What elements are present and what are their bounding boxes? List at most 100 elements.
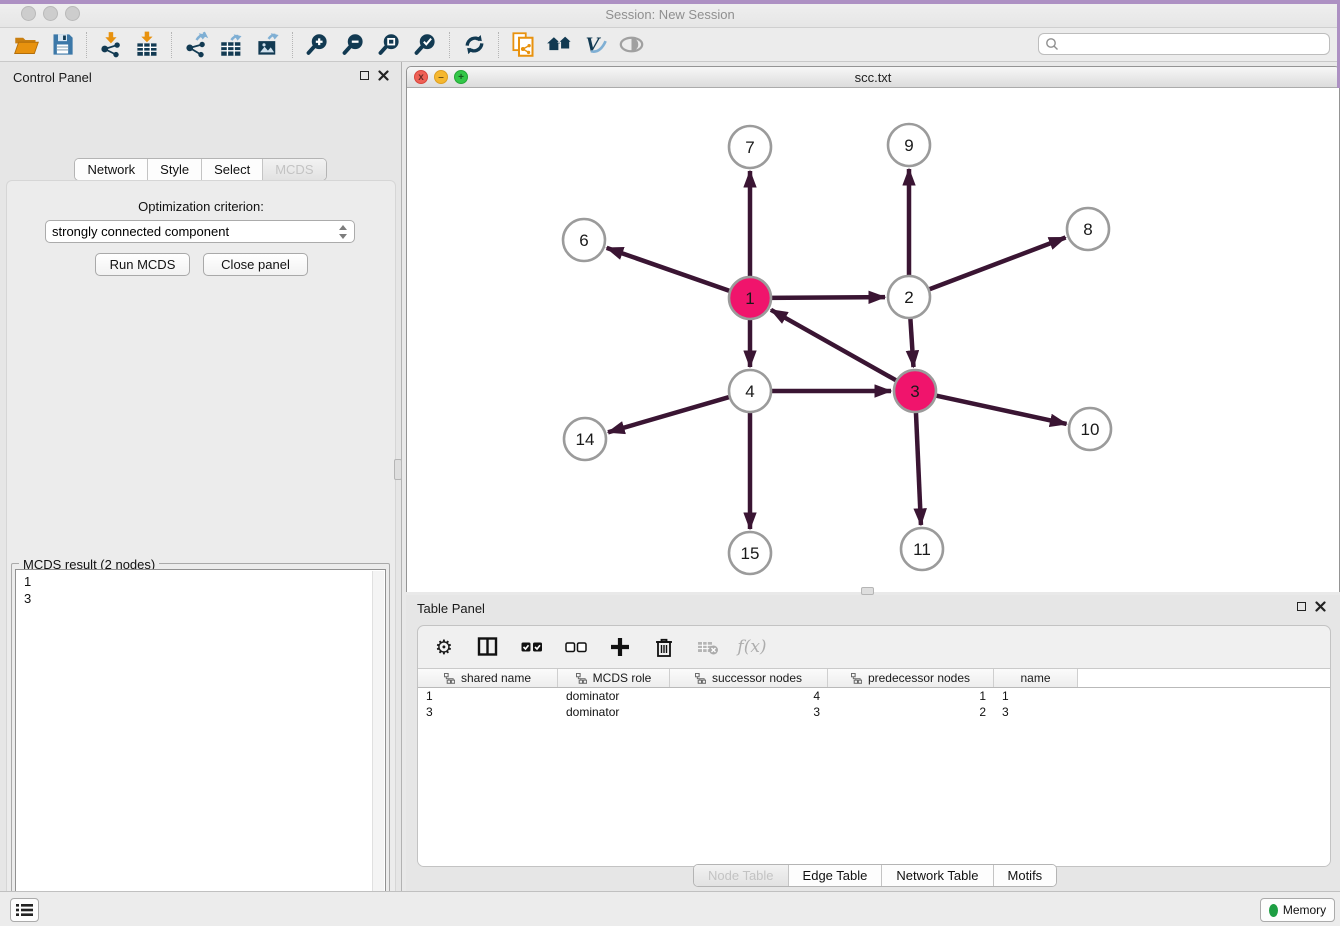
memory-status-icon	[1269, 904, 1278, 917]
column-header-MCDS-role[interactable]: MCDS role	[558, 669, 670, 687]
clone-network-icon[interactable]	[505, 30, 541, 60]
function-builder-icon[interactable]: f(x)	[740, 635, 764, 659]
table-cell[interactable]: 3	[418, 704, 558, 720]
table-cell[interactable]: 1	[418, 688, 558, 704]
run-mcds-button[interactable]: Run MCDS	[95, 253, 190, 276]
table-float-panel-icon[interactable]	[1297, 602, 1306, 611]
column-edit-icon	[695, 673, 706, 684]
graph-node-3[interactable]: 3	[894, 370, 936, 412]
graph-node-7[interactable]: 7	[729, 126, 771, 168]
table-panel-tabs: Node TableEdge TableNetwork TableMotifs	[693, 864, 1057, 887]
zoom-in-icon[interactable]	[299, 30, 335, 60]
show-column-icon[interactable]	[476, 635, 500, 659]
add-column-icon[interactable]	[608, 635, 632, 659]
tab-mcds[interactable]: MCDS	[263, 159, 325, 180]
table-cell[interactable]: 3	[994, 704, 1078, 720]
table-close-panel-icon[interactable]	[1315, 601, 1326, 612]
table-cell[interactable]: 4	[670, 688, 828, 704]
column-header-shared-name[interactable]: shared name	[418, 669, 558, 687]
search-box[interactable]	[1038, 33, 1330, 55]
show-hide-icon[interactable]	[613, 30, 649, 60]
svg-text:3: 3	[910, 382, 919, 401]
task-history-button[interactable]	[10, 898, 39, 922]
table-tab-network-table[interactable]: Network Table	[882, 865, 993, 886]
export-network-icon[interactable]	[178, 30, 214, 60]
open-session-icon[interactable]	[8, 30, 44, 60]
table-cell[interactable]: 2	[828, 704, 994, 720]
mcds-result-textarea[interactable]: 13	[15, 569, 386, 926]
column-header-label: MCDS role	[593, 671, 652, 685]
column-header-successor-nodes[interactable]: successor nodes	[670, 669, 828, 687]
graph-node-15[interactable]: 15	[729, 532, 771, 574]
search-input[interactable]	[1059, 37, 1323, 51]
delete-table-icon[interactable]	[696, 635, 720, 659]
table-cell[interactable]: 1	[828, 688, 994, 704]
memory-label: Memory	[1283, 903, 1326, 917]
export-table-icon[interactable]	[214, 30, 250, 60]
graph-edge-4-14[interactable]	[608, 396, 732, 432]
delete-column-icon[interactable]	[652, 635, 676, 659]
graph-node-14[interactable]: 14	[564, 418, 606, 460]
criterion-dropdown[interactable]: strongly connected component	[45, 220, 355, 243]
zoom-fit-icon[interactable]	[371, 30, 407, 60]
table-cell[interactable]: 3	[670, 704, 828, 720]
column-header-label: successor nodes	[712, 671, 802, 685]
select-all-columns-icon[interactable]	[520, 635, 544, 659]
window-frame-accent	[0, 0, 1340, 4]
graph-edge-3-10[interactable]	[934, 395, 1067, 424]
apply-style-icon[interactable]: V	[577, 30, 613, 60]
search-icon	[1045, 37, 1059, 51]
zoom-out-icon[interactable]	[335, 30, 371, 60]
save-session-icon[interactable]	[44, 30, 80, 60]
status-bar: Memory	[0, 891, 1340, 926]
table-cell[interactable]: dominator	[558, 704, 670, 720]
float-panel-icon[interactable]	[360, 71, 369, 80]
tab-style[interactable]: Style	[148, 159, 202, 180]
node-table[interactable]: shared name MCDS role successor nodes prede…	[418, 668, 1330, 866]
close-panel-button[interactable]: Close panel	[203, 253, 308, 276]
graph-node-8[interactable]: 8	[1067, 208, 1109, 250]
graph-edge-2-8[interactable]	[927, 238, 1066, 291]
tab-network[interactable]: Network	[75, 159, 148, 180]
memory-button[interactable]: Memory	[1260, 898, 1335, 922]
graph-edge-3-11[interactable]	[916, 410, 921, 525]
first-neighbors-icon[interactable]	[541, 30, 577, 60]
export-image-icon[interactable]	[250, 30, 286, 60]
graph-node-10[interactable]: 10	[1069, 408, 1111, 450]
zoom-selected-icon[interactable]	[407, 30, 443, 60]
table-cell[interactable]: 1	[994, 688, 1078, 704]
network-canvas[interactable]: 1 2 3 4 6 7 8 9 10 11 14 15	[407, 89, 1339, 592]
toolbar-separator	[449, 32, 450, 58]
horizontal-splitter-handle[interactable]	[861, 587, 874, 595]
refresh-layout-icon[interactable]	[456, 30, 492, 60]
graph-node-6[interactable]: 6	[563, 219, 605, 261]
table-tab-edge-table[interactable]: Edge Table	[789, 865, 883, 886]
table-cell[interactable]: dominator	[558, 688, 670, 704]
graph-node-2[interactable]: 2	[888, 276, 930, 318]
column-header-name[interactable]: name	[994, 669, 1078, 687]
table-tab-node-table[interactable]: Node Table	[694, 865, 789, 886]
tab-select[interactable]: Select	[202, 159, 263, 180]
vertical-splitter-handle[interactable]	[394, 459, 402, 480]
table-row[interactable]: 3dominator323	[418, 704, 1330, 720]
table-row[interactable]: 1dominator411	[418, 688, 1330, 704]
graph-edge-1-6[interactable]	[607, 248, 732, 292]
graph-node-4[interactable]: 4	[729, 370, 771, 412]
column-header-predecessor-nodes[interactable]: predecessor nodes	[828, 669, 994, 687]
graph-node-11[interactable]: 11	[901, 528, 943, 570]
column-edit-icon	[444, 673, 455, 684]
network-window-titlebar[interactable]: x – + scc.txt	[407, 67, 1339, 88]
graph-edge-2-3[interactable]	[910, 316, 913, 367]
import-table-icon[interactable]	[129, 30, 165, 60]
close-panel-icon[interactable]	[378, 70, 389, 81]
table-tab-motifs[interactable]: Motifs	[994, 865, 1057, 886]
import-network-icon[interactable]	[93, 30, 129, 60]
graph-edge-1-2[interactable]	[769, 297, 885, 298]
graph-edge-3-1[interactable]	[771, 310, 899, 382]
unselect-all-columns-icon[interactable]	[564, 635, 588, 659]
graph-node-1[interactable]: 1	[729, 277, 771, 319]
svg-text:4: 4	[745, 382, 754, 401]
result-scrollbar[interactable]	[372, 571, 384, 926]
table-settings-icon[interactable]: ⚙	[432, 635, 456, 659]
graph-node-9[interactable]: 9	[888, 124, 930, 166]
